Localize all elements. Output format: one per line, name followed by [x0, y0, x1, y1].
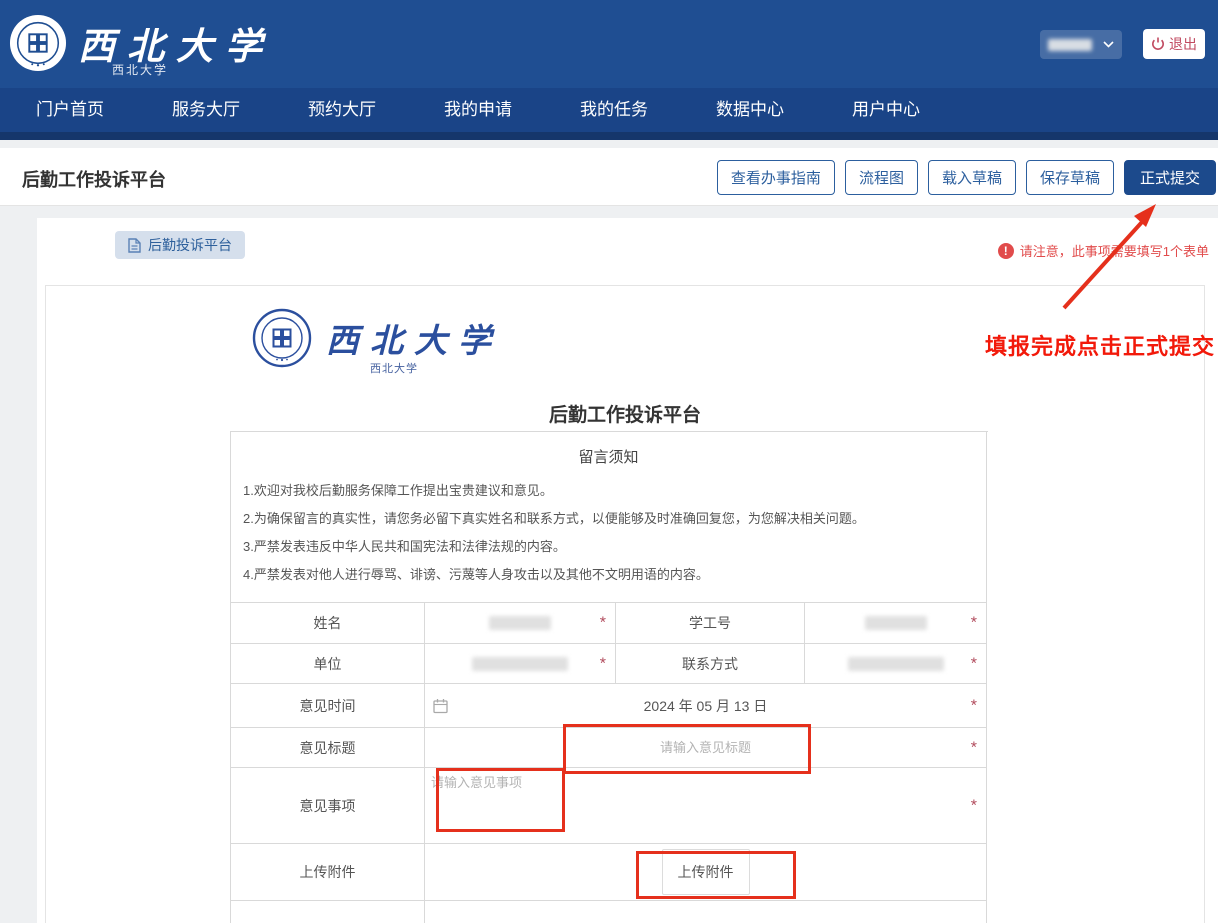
- redacted-value: [472, 657, 568, 671]
- notice-line: 3.严禁发表违反中华人民共和国宪法和法律法规的内容。: [243, 533, 974, 561]
- redacted-value: [489, 616, 551, 630]
- contact-value-cell[interactable]: *: [805, 644, 987, 684]
- power-icon: [1151, 37, 1165, 51]
- redacted-value: [865, 616, 927, 630]
- required-mark: *: [600, 615, 606, 633]
- required-mark: *: [971, 655, 977, 673]
- title-bar: 后勤工作投诉平台 查看办事指南 流程图 载入草稿 保存草稿 正式提交: [0, 148, 1218, 206]
- user-menu[interactable]: [1040, 30, 1122, 59]
- staff-id-label: 学工号: [616, 603, 805, 644]
- empty-row-label-cell: [231, 901, 425, 923]
- submit-button[interactable]: 正式提交: [1124, 160, 1216, 195]
- notice-title: 留言须知: [243, 446, 974, 467]
- nav-item-my-applications[interactable]: 我的申请: [410, 84, 546, 136]
- upload-attachment-button[interactable]: 上传附件: [662, 849, 750, 895]
- alert-icon: !: [998, 243, 1014, 259]
- required-mark: *: [971, 615, 977, 633]
- opinion-detail-textarea[interactable]: [431, 772, 824, 836]
- form-tab-label: 后勤投诉平台: [148, 235, 232, 255]
- required-mark: *: [600, 655, 606, 673]
- document-icon: [128, 238, 141, 253]
- university-logo-text: 西北大学: [78, 16, 274, 70]
- save-draft-button[interactable]: 保存草稿: [1026, 160, 1114, 195]
- notice-line: 4.严禁发表对他人进行辱骂、诽谤、污蔑等人身攻击以及其他不文明用语的内容。: [243, 561, 974, 589]
- opinion-date-value: 2024 年 05 月 13 日: [644, 696, 768, 716]
- notice-section: 留言须知 1.欢迎对我校后勤服务保障工作提出宝贵建议和意见。 2.为确保留言的真…: [231, 432, 987, 603]
- form-count-alert: ! 请注意，此事项需要填写1个表单: [998, 241, 1209, 260]
- university-seal-icon: [252, 308, 312, 368]
- view-guide-button[interactable]: 查看办事指南: [717, 160, 835, 195]
- username-redacted: [1048, 39, 1092, 51]
- form-table: 留言须知 1.欢迎对我校后勤服务保障工作提出宝贵建议和意见。 2.为确保留言的真…: [230, 431, 988, 923]
- flowchart-button[interactable]: 流程图: [845, 160, 918, 195]
- empty-row-value-cell: [425, 901, 987, 923]
- name-label: 姓名: [231, 603, 425, 644]
- form-title: 后勤工作投诉平台: [46, 400, 1204, 427]
- upload-cell: 上传附件: [425, 844, 987, 901]
- required-mark: *: [971, 739, 977, 757]
- nav-item-reservation-hall[interactable]: 预约大厅: [274, 84, 410, 136]
- logout-button[interactable]: 退出: [1143, 29, 1205, 59]
- opinion-detail-label: 意见事项: [231, 768, 425, 844]
- page-title: 后勤工作投诉平台: [22, 166, 166, 192]
- calendar-icon: [433, 698, 448, 713]
- nav-item-user-center[interactable]: 用户中心: [818, 84, 954, 136]
- nav-item-data-center[interactable]: 数据中心: [682, 84, 818, 136]
- unit-label: 单位: [231, 644, 425, 684]
- nav-item-home[interactable]: 门户首页: [2, 84, 138, 136]
- toolbar: 查看办事指南 流程图 载入草稿 保存草稿 正式提交: [717, 160, 1216, 195]
- opinion-detail-cell: *: [425, 768, 987, 844]
- nav-item-my-tasks[interactable]: 我的任务: [546, 84, 682, 136]
- upload-label: 上传附件: [231, 844, 425, 901]
- top-header: 西北大学 西北大学 退出: [0, 0, 1218, 88]
- load-draft-button[interactable]: 载入草稿: [928, 160, 1016, 195]
- required-mark: *: [971, 697, 977, 715]
- notice-line: 2.为确保留言的真实性，请您务必留下真实姓名和联系方式，以便能够及时准确回复您，…: [243, 505, 974, 533]
- form-tab[interactable]: 后勤投诉平台: [115, 231, 245, 259]
- contact-label: 联系方式: [616, 644, 805, 684]
- notice-line: 1.欢迎对我校后勤服务保障工作提出宝贵建议和意见。: [243, 477, 974, 505]
- opinion-date-label: 意见时间: [231, 684, 425, 728]
- chevron-down-icon: [1103, 41, 1114, 48]
- alert-text: 请注意，此事项需要填写1个表单: [1020, 241, 1209, 260]
- form-logo-caption: 西北大学: [370, 360, 418, 376]
- logout-label: 退出: [1169, 34, 1197, 54]
- opinion-title-cell: *: [425, 728, 987, 768]
- form-container: 西北大学 西北大学 后勤工作投诉平台 留言须知 1.欢迎对我校后勤服务保障工作提…: [45, 285, 1205, 923]
- required-mark: *: [971, 797, 977, 815]
- university-logo-caption: 西北大学: [112, 61, 168, 78]
- nav-item-service-hall[interactable]: 服务大厅: [138, 84, 274, 136]
- university-seal-icon: [9, 14, 67, 72]
- opinion-title-label: 意见标题: [231, 728, 425, 768]
- name-value-cell[interactable]: *: [425, 603, 616, 644]
- unit-value-cell[interactable]: *: [425, 644, 616, 684]
- main-nav: 门户首页 服务大厅 预约大厅 我的申请 我的任务 数据中心 用户中心: [0, 88, 1218, 140]
- app-window: 西北大学 西北大学 退出 门户首页 服务大厅 预约大厅 我的申请 我的任务 数据…: [0, 0, 1218, 923]
- opinion-date-cell[interactable]: 2024 年 05 月 13 日 *: [425, 684, 987, 728]
- content-panel: 后勤投诉平台 ! 请注意，此事项需要填写1个表单 西北大: [37, 218, 1218, 923]
- redacted-value: [848, 657, 944, 671]
- form-logo: 西北大学 西北大学: [252, 308, 502, 368]
- staff-id-value-cell[interactable]: *: [805, 603, 987, 644]
- opinion-title-input[interactable]: [487, 740, 925, 755]
